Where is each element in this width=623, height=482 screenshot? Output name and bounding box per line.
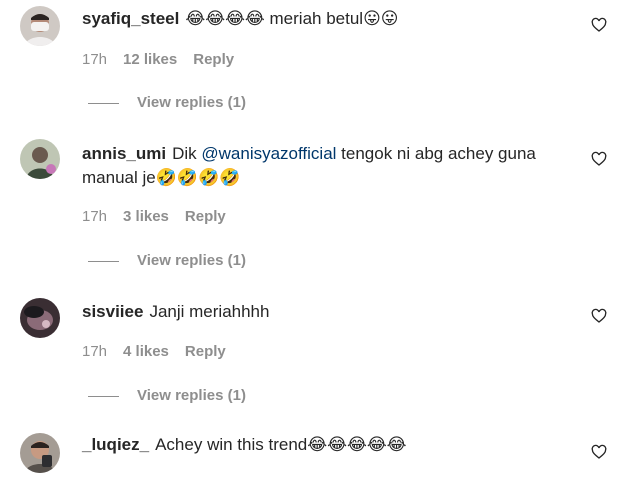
heart-icon[interactable]: [591, 308, 607, 324]
avatar[interactable]: [20, 6, 60, 46]
view-replies-button[interactable]: View replies (1): [88, 94, 246, 111]
reply-button[interactable]: Reply: [185, 343, 226, 360]
comment-username[interactable]: sisviiee: [82, 302, 143, 321]
comment-time: 17h: [82, 343, 108, 360]
heart-icon[interactable]: [591, 151, 607, 167]
comment-likes[interactable]: 3 likes: [123, 208, 169, 225]
view-replies-button[interactable]: View replies (1): [88, 252, 246, 269]
avatar[interactable]: [20, 433, 60, 473]
comment-time: 17h: [82, 51, 108, 68]
comment-body-prefix: Dik: [172, 144, 202, 163]
avatar[interactable]: [20, 298, 60, 338]
comment-likes[interactable]: 4 likes: [123, 343, 169, 360]
replies-divider: [88, 260, 119, 262]
comment-text: _luqiez_ Achey win this trend😂😂😂😂😂: [82, 433, 577, 457]
comment-text: annis_umi Dik @wanisyazofficial tengok ni…: [82, 142, 571, 190]
comment-time: 17h: [82, 208, 108, 225]
replies-divider: [88, 395, 119, 397]
view-replies-label: View replies (1): [137, 252, 246, 269]
comment-username[interactable]: annis_umi: [82, 144, 166, 163]
view-replies-label: View replies (1): [137, 387, 246, 404]
reply-button[interactable]: Reply: [185, 208, 226, 225]
mention-link[interactable]: @wanisyazofficial: [201, 144, 336, 163]
comments-list: syafiq_steel 😂😂😂😂 meriah betul😛😛 17h 12 li…: [0, 0, 623, 482]
reply-button[interactable]: Reply: [193, 51, 234, 68]
avatar[interactable]: [20, 139, 60, 179]
comment-username[interactable]: _luqiez_: [82, 435, 149, 454]
view-replies-label: View replies (1): [137, 94, 246, 111]
comment-likes[interactable]: 12 likes: [123, 51, 177, 68]
comment-text: syafiq_steel 😂😂😂😂 meriah betul😛😛: [82, 7, 577, 31]
comment-body: 😂😂😂😂 meriah betul😛😛: [185, 9, 399, 28]
heart-icon[interactable]: [591, 444, 607, 460]
comment-username[interactable]: syafiq_steel: [82, 9, 179, 28]
comment-text: sisviiee Janji meriahhhh: [82, 300, 577, 324]
heart-icon[interactable]: [591, 17, 607, 33]
comment-body: Achey win this trend😂😂😂😂😂: [155, 435, 407, 454]
comment-body: Janji meriahhhh: [149, 302, 270, 321]
view-replies-button[interactable]: View replies (1): [88, 387, 246, 404]
replies-divider: [88, 102, 119, 104]
